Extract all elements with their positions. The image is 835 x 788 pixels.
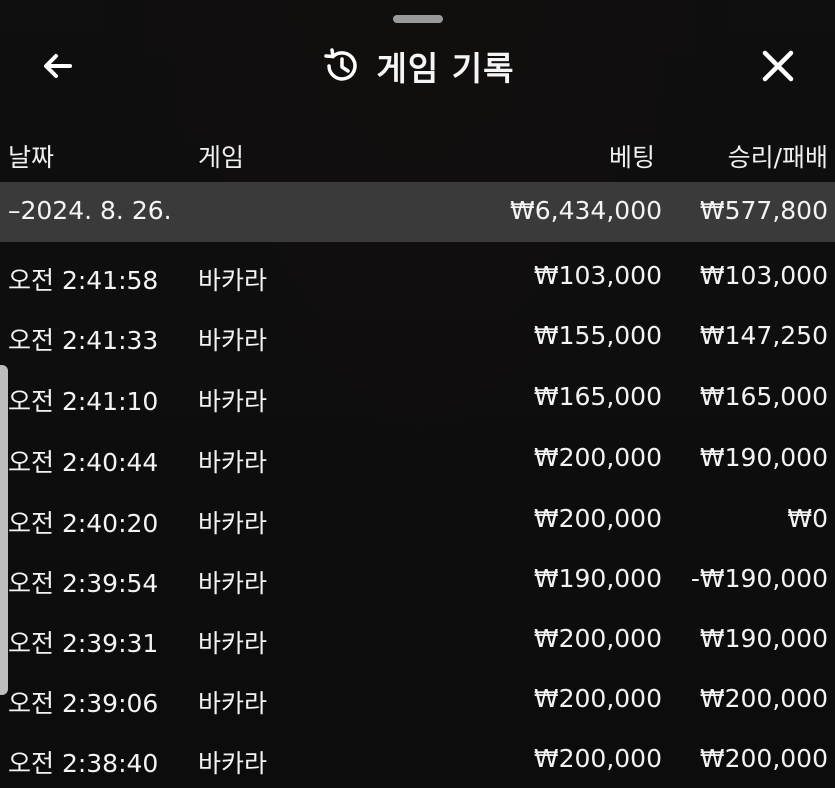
row-bet: ₩200,000	[533, 744, 662, 773]
column-bet: 베팅	[608, 143, 655, 172]
row-bet: ₩200,000	[533, 443, 662, 472]
row-game: 바카라	[198, 629, 268, 658]
date-group-win-total: ₩577,800	[699, 196, 828, 225]
header-bar: 게임 기록	[0, 30, 835, 102]
row-game: 바카라	[198, 509, 268, 538]
row-win: -₩190,000	[690, 564, 828, 593]
history-row[interactable]: 오전 2:39:31 바카라 ₩200,000 ₩190,000	[0, 610, 835, 670]
row-win: ₩200,000	[699, 684, 828, 713]
row-game: 바카라	[198, 326, 268, 355]
history-row[interactable]: 오전 2:41:10 바카라 ₩165,000 ₩165,000	[0, 368, 835, 428]
column-win-loss: 승리/패배	[727, 143, 828, 172]
history-row[interactable]: 오전 2:41:58 바카라 ₩103,000 ₩103,000	[0, 247, 835, 307]
game-history-screen: 게임 기록 날짜 게임 베팅 승리/패배 –2024. 8. 26. ₩6,43…	[0, 0, 835, 788]
history-row[interactable]: 오전 2:39:06 바카라 ₩200,000 ₩200,000	[0, 670, 835, 730]
row-win: ₩147,250	[699, 321, 828, 350]
row-time: 오전 2:41:10	[8, 387, 159, 416]
close-button[interactable]	[750, 38, 806, 94]
column-game: 게임	[198, 143, 245, 172]
row-win: ₩165,000	[699, 382, 828, 411]
row-time: 오전 2:39:54	[8, 569, 159, 598]
row-time: 오전 2:41:58	[8, 266, 159, 295]
row-win: ₩190,000	[699, 443, 828, 472]
row-win: ₩200,000	[699, 744, 828, 773]
row-win: ₩103,000	[699, 261, 828, 290]
row-bet: ₩200,000	[533, 624, 662, 653]
row-bet: ₩200,000	[533, 504, 662, 533]
row-time: 오전 2:40:44	[8, 448, 159, 477]
column-date: 날짜	[8, 143, 55, 172]
row-bet: ₩155,000	[533, 321, 662, 350]
row-time: 오전 2:40:20	[8, 509, 159, 538]
row-bet: ₩200,000	[533, 684, 662, 713]
row-game: 바카라	[198, 749, 268, 778]
row-time: 오전 2:38:40	[8, 749, 159, 778]
history-row[interactable]: 오전 2:40:44 바카라 ₩200,000 ₩190,000	[0, 429, 835, 489]
drag-handle[interactable]	[393, 15, 443, 23]
date-group-label: –2024. 8. 26.	[8, 196, 172, 225]
title-group: 게임 기록	[0, 42, 835, 90]
row-win: ₩0	[787, 504, 828, 533]
history-row[interactable]: 오전 2:40:20 바카라 ₩200,000 ₩0	[0, 490, 835, 550]
row-time: 오전 2:39:06	[8, 689, 159, 718]
column-header: 날짜 게임 베팅 승리/패배	[0, 130, 835, 174]
row-bet: ₩190,000	[533, 564, 662, 593]
history-clock-icon	[323, 48, 357, 81]
row-game: 바카라	[198, 689, 268, 718]
row-win: ₩190,000	[699, 624, 828, 653]
row-time: 오전 2:39:31	[8, 629, 159, 658]
row-bet: ₩103,000	[533, 261, 662, 290]
row-game: 바카라	[198, 448, 268, 477]
row-game: 바카라	[198, 569, 268, 598]
row-bet: ₩165,000	[533, 382, 662, 411]
date-group-row[interactable]: –2024. 8. 26. ₩6,434,000 ₩577,800	[0, 182, 835, 242]
history-row[interactable]: 오전 2:39:54 바카라 ₩190,000 -₩190,000	[0, 550, 835, 610]
side-edge-tab[interactable]	[0, 365, 8, 695]
row-game: 바카라	[198, 266, 268, 295]
row-game: 바카라	[198, 387, 268, 416]
history-row[interactable]: 오전 2:41:33 바카라 ₩155,000 ₩147,250	[0, 307, 835, 367]
date-group-bet-total: ₩6,434,000	[510, 196, 662, 225]
history-row[interactable]: 오전 2:38:40 바카라 ₩200,000 ₩200,000	[0, 730, 835, 788]
page-title: 게임 기록	[376, 49, 515, 88]
close-icon	[762, 50, 794, 82]
row-time: 오전 2:41:33	[8, 326, 159, 355]
